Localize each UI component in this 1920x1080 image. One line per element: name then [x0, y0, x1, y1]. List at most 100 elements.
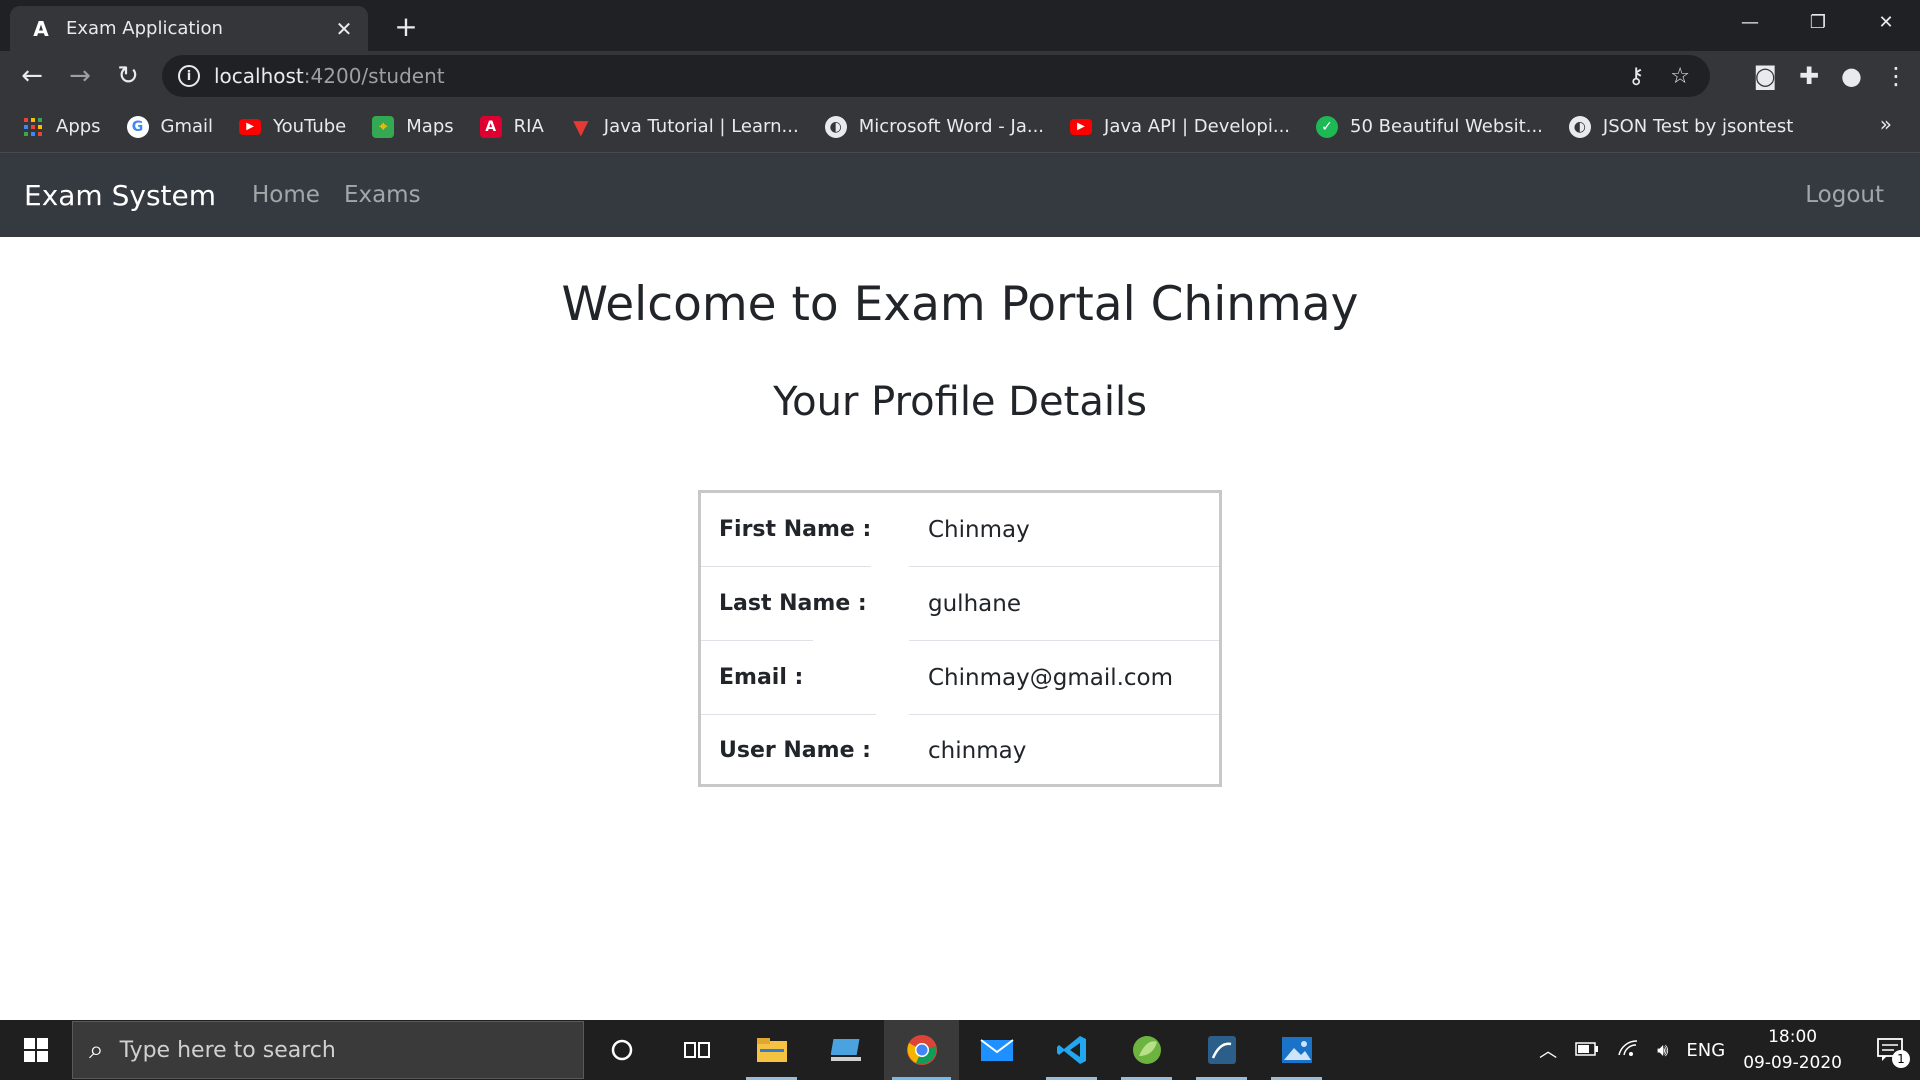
camera-icon[interactable]: ◙	[1754, 62, 1777, 90]
chevron-up-icon[interactable]: ︿	[1539, 1037, 1557, 1063]
globe-icon: ◐	[1568, 115, 1591, 138]
logout-link[interactable]: Logout	[1805, 153, 1884, 237]
vscode-icon[interactable]	[1034, 1020, 1109, 1080]
mail-icon[interactable]	[959, 1020, 1034, 1080]
bookmarks-overflow-icon[interactable]: »	[1880, 112, 1892, 136]
clock-time: 18:00	[1768, 1027, 1818, 1047]
bookmark-ria[interactable]: A RIA	[479, 115, 544, 138]
search-placeholder: Type here to search	[119, 1037, 336, 1063]
taskbar-search-box[interactable]: ⌕ Type here to search	[72, 1021, 584, 1079]
address-bar[interactable]: i localhost :4200/student ⚷ ☆	[162, 55, 1710, 97]
bookmark-label: RIA	[513, 116, 544, 137]
google-icon: G	[126, 115, 149, 138]
profile-value: Chinmay@gmail.com	[928, 664, 1174, 691]
bookmark-json-test[interactable]: ◐ JSON Test by jsontest	[1568, 115, 1794, 138]
forward-icon[interactable]: →	[56, 52, 104, 100]
bookmark-label: Microsoft Word - Ja...	[858, 116, 1045, 137]
angular-icon: A	[479, 115, 502, 138]
profile-avatar-icon[interactable]: ●	[1841, 62, 1862, 90]
notification-count-badge: 1	[1892, 1050, 1910, 1068]
bookmark-maps[interactable]: ⌖ Maps	[372, 115, 454, 138]
check-circle-icon: ✓	[1316, 115, 1339, 138]
bookmark-java-api[interactable]: ▶ Java API | Developi...	[1070, 116, 1290, 137]
reload-icon[interactable]: ↻	[104, 52, 152, 100]
url-path: :4200/student	[303, 64, 445, 88]
java-tutorial-icon: ▼	[573, 114, 589, 139]
bookmark-star-icon[interactable]: ☆	[1670, 64, 1690, 89]
this-pc-icon[interactable]	[809, 1020, 884, 1080]
app-navbar: Exam System Home Exams Logout	[0, 153, 1920, 237]
language-indicator[interactable]: ENG	[1686, 1040, 1725, 1061]
windows-start-icon[interactable]	[0, 1020, 72, 1080]
mysql-workbench-icon[interactable]	[1184, 1020, 1259, 1080]
angular-icon: A	[33, 16, 49, 41]
profile-heading: Your Profile Details	[773, 379, 1147, 425]
profile-row-email: Email : Chinmay@gmail.com	[701, 641, 1219, 714]
chrome-icon[interactable]	[884, 1020, 959, 1080]
bookmark-beautiful-websites[interactable]: ✓ 50 Beautiful Websit...	[1316, 115, 1543, 138]
task-view-icon[interactable]	[659, 1020, 734, 1080]
window-close-icon[interactable]: ✕	[1852, 0, 1920, 44]
cortana-icon[interactable]	[584, 1020, 659, 1080]
bookmark-label: Apps	[56, 116, 101, 137]
profile-value: gulhane	[928, 590, 1021, 617]
bookmark-label: JSON Test by jsontest	[1602, 116, 1794, 137]
bookmark-youtube[interactable]: ▶ YouTube	[239, 116, 346, 137]
file-explorer-icon[interactable]	[734, 1020, 809, 1080]
close-tab-icon[interactable]: ✕	[332, 17, 356, 41]
main-content: Welcome to Exam Portal Chinmay Your Prof…	[0, 237, 1920, 1020]
brand-logo[interactable]: Exam System	[24, 179, 216, 212]
browser-tab[interactable]: A Exam Application ✕	[10, 6, 368, 51]
clock-date: 09-09-2020	[1743, 1053, 1842, 1073]
youtube-icon: ▶	[239, 118, 262, 135]
tab-title: Exam Application	[66, 18, 223, 39]
bookmark-label: Maps	[406, 116, 454, 137]
search-icon: ⌕	[89, 1034, 104, 1065]
welcome-heading: Welcome to Exam Portal Chinmay	[561, 277, 1359, 332]
bookmark-gmail[interactable]: G Gmail	[126, 115, 214, 138]
site-info-icon[interactable]: i	[178, 65, 200, 87]
profile-label: Last Name :	[719, 591, 867, 616]
profile-row-last-name: Last Name : gulhane	[701, 567, 1219, 640]
notification-center-icon[interactable]: 1	[1868, 1030, 1912, 1070]
maps-icon: ⌖	[372, 115, 395, 138]
bookmark-label: 50 Beautiful Websit...	[1350, 116, 1543, 137]
key-icon[interactable]: ⚷	[1628, 64, 1644, 89]
bookmark-apps[interactable]: Apps	[22, 116, 101, 138]
nav-link-exams[interactable]: Exams	[344, 182, 421, 208]
globe-icon: ◐	[824, 115, 847, 138]
wifi-icon[interactable]	[1617, 1039, 1639, 1062]
bookmark-java-tutorial[interactable]: ▼ Java Tutorial | Learn...	[570, 114, 799, 139]
menu-kebab-icon[interactable]: ⋮	[1884, 62, 1908, 90]
profile-value: Chinmay	[928, 516, 1030, 543]
volume-icon[interactable]: 🔊︎	[1657, 1040, 1668, 1061]
bookmarks-bar: Apps G Gmail ▶ YouTube ⌖ Maps A RIA ▼ Ja…	[0, 101, 1920, 153]
extensions-icon[interactable]: ✚	[1799, 62, 1819, 90]
spring-tool-suite-icon[interactable]	[1109, 1020, 1184, 1080]
new-tab-button[interactable]: +	[390, 10, 422, 43]
url-host: localhost	[214, 64, 304, 88]
youtube-icon: ▶	[1070, 118, 1093, 135]
browser-tab-bar: A Exam Application ✕ + — ❐ ✕	[0, 0, 1920, 51]
system-tray: ︿ 🔊︎ ENG 18:00 09-09-2020 1	[1539, 1020, 1920, 1080]
windows-taskbar: ⌕ Type here to search ︿ 🔊︎ ENG 18:00 09-…	[0, 1020, 1920, 1080]
bookmark-label: YouTube	[273, 116, 347, 137]
taskbar-clock[interactable]: 18:00 09-09-2020	[1743, 1024, 1842, 1076]
battery-icon[interactable]	[1575, 1040, 1599, 1061]
back-icon[interactable]: ←	[8, 52, 56, 100]
profile-label: Email :	[719, 665, 804, 690]
bookmark-microsoft-word[interactable]: ◐ Microsoft Word - Ja...	[824, 115, 1045, 138]
photos-icon[interactable]	[1259, 1020, 1334, 1080]
profile-value: chinmay	[928, 737, 1027, 764]
browser-toolbar: ← → ↻ i localhost :4200/student ⚷ ☆ ◙ ✚ …	[0, 51, 1920, 101]
apps-grid-icon	[22, 116, 44, 138]
nav-link-home[interactable]: Home	[252, 182, 320, 208]
profile-label: User Name :	[719, 738, 871, 763]
minimize-icon[interactable]: —	[1716, 0, 1784, 44]
profile-row-user-name: User Name : chinmay	[701, 714, 1219, 787]
bookmark-label: Gmail	[160, 116, 214, 137]
profile-details-table: First Name : Chinmay Last Name : gulhane…	[698, 490, 1222, 787]
restore-icon[interactable]: ❐	[1784, 0, 1852, 44]
bookmark-label: Java Tutorial | Learn...	[603, 116, 799, 137]
profile-label: First Name :	[719, 517, 872, 542]
